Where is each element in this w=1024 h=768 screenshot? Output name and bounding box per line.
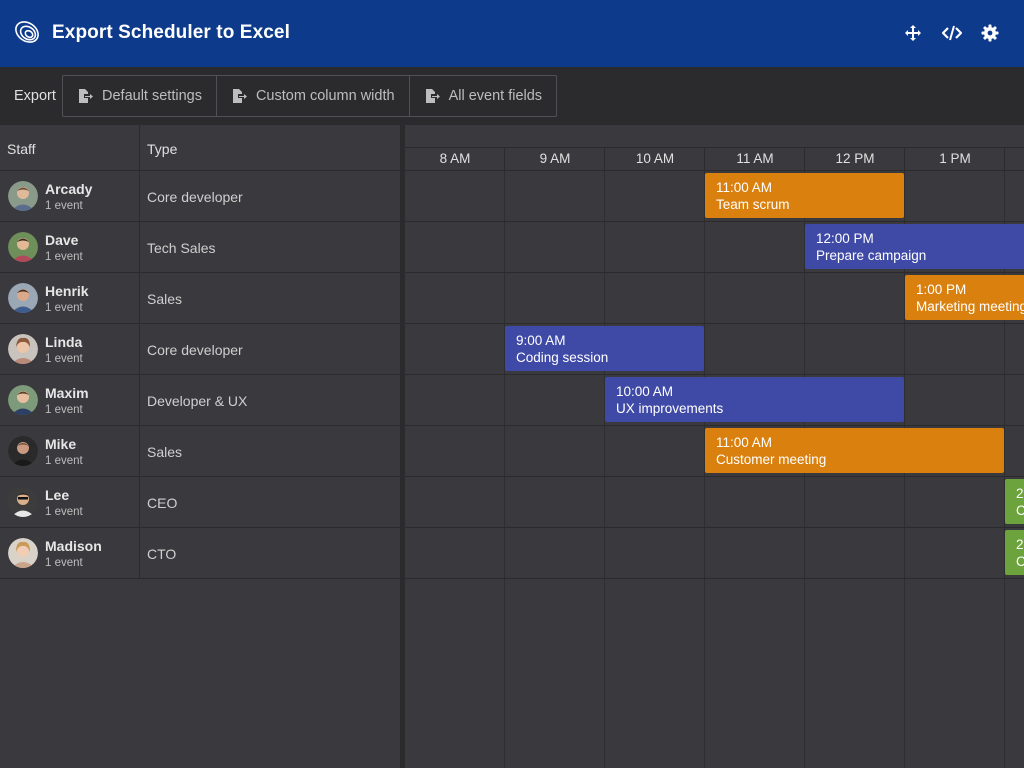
custom-column-width-button[interactable]: Custom column width	[217, 76, 410, 116]
event-time: 10:00 AM	[616, 384, 674, 399]
all-event-fields-button[interactable]: All event fields	[410, 76, 557, 116]
page-title: Export Scheduler to Excel	[52, 22, 290, 43]
grid-row[interactable]: Dave 1 event Tech Sales	[0, 222, 400, 273]
event-name: C	[1016, 503, 1024, 518]
event-name: C	[1016, 554, 1024, 569]
event-time: 11:00 AM	[716, 180, 773, 195]
timeline-header: 8 AM 9 AM 10 AM 11 AM 12 PM 1 PM	[405, 148, 1024, 171]
default-settings-button[interactable]: Default settings	[63, 76, 217, 116]
event-time: 1:00 PM	[916, 282, 967, 297]
gear-icon	[981, 24, 999, 42]
custom-column-width-label: Custom column width	[255, 88, 395, 104]
event-bar[interactable]: 1:00 PM Marketing meeting	[905, 275, 1024, 320]
grid-row[interactable]: Mike 1 event Sales	[0, 426, 400, 477]
all-event-fields-label: All event fields	[448, 88, 543, 104]
avatar	[8, 283, 38, 313]
staff-name: Linda	[45, 334, 83, 350]
app-header: Export Scheduler to Excel	[0, 0, 1024, 67]
settings-button[interactable]	[979, 22, 1001, 44]
event-name: Coding session	[516, 350, 609, 365]
avatar	[8, 334, 38, 364]
event-name: UX improvements	[616, 401, 724, 416]
time-tick: 11 AM	[736, 151, 774, 166]
avatar	[8, 385, 38, 415]
grid-row[interactable]: Lee 1 event CEO	[0, 477, 400, 528]
code-icon	[942, 25, 962, 41]
avatar	[8, 232, 38, 262]
staff-name: Madison	[45, 538, 102, 554]
grid-row[interactable]: Linda 1 event Core developer	[0, 324, 400, 375]
time-tick: 10 AM	[635, 151, 675, 166]
code-button[interactable]	[941, 22, 963, 44]
staff-name: Arcady	[45, 181, 93, 197]
staff-type: CTO	[147, 546, 177, 562]
event-name: Team scrum	[716, 197, 790, 212]
time-tick: 8 AM	[439, 151, 471, 166]
grid-header: Staff Type	[0, 125, 400, 171]
event-bar[interactable]: 11:00 AM Team scrum	[705, 173, 904, 218]
event-bar[interactable]: 2 C	[1005, 530, 1024, 575]
event-count: 1 event	[45, 506, 83, 518]
event-time: 2	[1016, 486, 1024, 501]
export-icon	[79, 89, 93, 103]
event-bar[interactable]: 2 C	[1005, 479, 1024, 524]
move-icon	[905, 25, 921, 41]
staff-name: Mike	[45, 436, 77, 452]
event-count: 1 event	[45, 353, 83, 365]
toolbar: Export Default settings Custom column wi…	[0, 67, 1024, 125]
time-tick: 1 PM	[939, 151, 971, 166]
event-name: Prepare campaign	[816, 248, 927, 263]
grid-row[interactable]: Maxim 1 event Developer & UX	[0, 375, 400, 426]
event-count: 1 event	[45, 557, 83, 569]
staff-name: Henrik	[45, 283, 89, 299]
staff-type: Developer & UX	[147, 393, 248, 409]
event-time: 2	[1016, 537, 1024, 552]
avatar	[8, 538, 38, 568]
event-bar[interactable]: 11:00 AM Customer meeting	[705, 428, 1004, 473]
event-count: 1 event	[45, 455, 83, 467]
type-column-header[interactable]: Type	[147, 141, 177, 157]
staff-type: Sales	[147, 444, 183, 460]
staff-name: Maxim	[45, 385, 89, 401]
staff-column-header[interactable]: Staff	[7, 141, 36, 157]
export-label: Export	[14, 88, 56, 104]
event-count: 1 event	[45, 251, 83, 263]
staff-type: CEO	[147, 495, 178, 511]
event-time: 11:00 AM	[716, 435, 773, 450]
staff-type: Core developer	[147, 342, 243, 358]
grid-row[interactable]: Arcady 1 event Core developer	[0, 171, 400, 222]
staff-type: Core developer	[147, 189, 243, 205]
event-count: 1 event	[45, 302, 83, 314]
staff-name: Lee	[45, 487, 70, 503]
default-settings-label: Default settings	[102, 88, 202, 104]
avatar	[8, 181, 38, 211]
timeline-header-top	[405, 125, 1024, 148]
export-icon	[425, 89, 440, 103]
staff-type: Tech Sales	[147, 240, 216, 256]
move-button[interactable]	[902, 22, 924, 44]
staff-type: Sales	[147, 291, 183, 307]
event-name: Customer meeting	[716, 452, 827, 467]
event-bar[interactable]: 12:00 PM Prepare campaign	[805, 224, 1024, 269]
time-tick: 12 PM	[835, 151, 875, 166]
event-name: Marketing meeting	[916, 299, 1024, 314]
event-time: 9:00 AM	[516, 333, 566, 348]
event-count: 1 event	[45, 404, 83, 416]
avatar	[8, 487, 38, 517]
time-tick: 9 AM	[539, 151, 571, 166]
event-count: 1 event	[45, 200, 83, 212]
grid-row[interactable]: Madison 1 event CTO	[0, 528, 400, 579]
avatar	[8, 436, 38, 466]
timeline: 8 AM 9 AM 10 AM 11 AM 12 PM 1 PM 11:00 A…	[405, 125, 1024, 768]
event-time: 12:00 PM	[816, 231, 874, 246]
grid-row[interactable]: Henrik 1 event Sales	[0, 273, 400, 324]
logo-icon	[15, 21, 39, 43]
export-icon	[232, 89, 247, 103]
staff-name: Dave	[45, 232, 79, 248]
resource-grid: Staff Type Arcady 1 event Core developer…	[0, 125, 400, 768]
event-bar[interactable]: 9:00 AM Coding session	[505, 326, 704, 371]
event-bar[interactable]: 10:00 AM UX improvements	[605, 377, 904, 422]
export-button-group: Default settings Custom column width All…	[62, 75, 558, 117]
